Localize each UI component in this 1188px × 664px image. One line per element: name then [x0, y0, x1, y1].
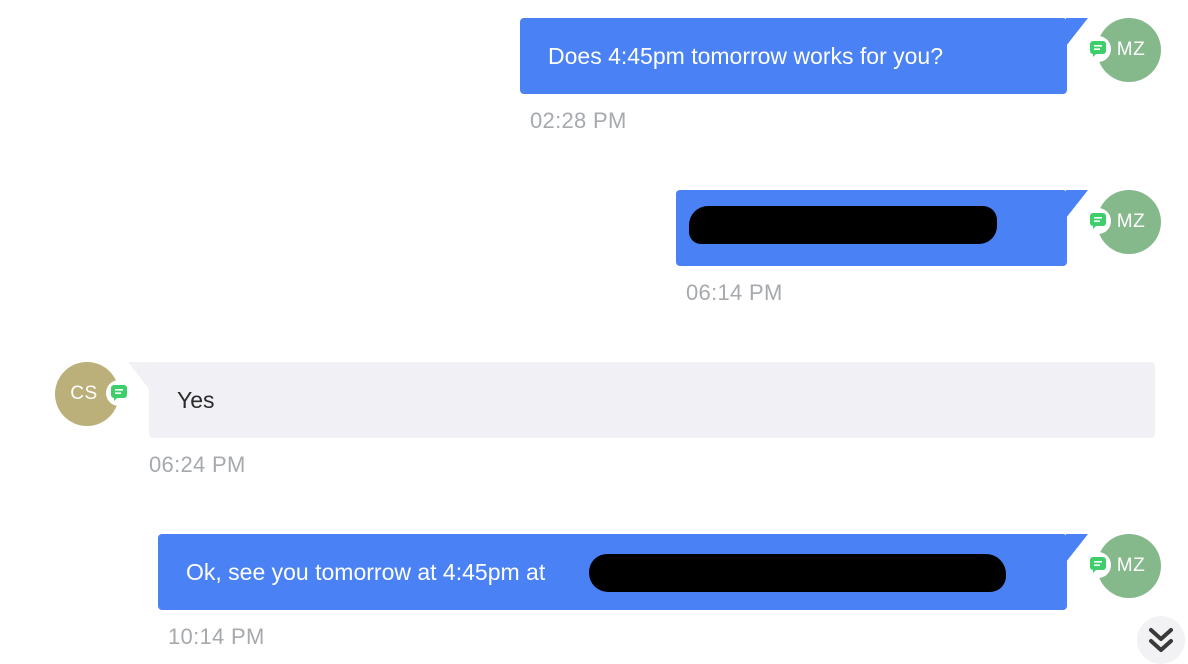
bubble-tail [1066, 534, 1088, 562]
avatar-initials: CS [70, 383, 98, 404]
message-bubble[interactable]: Yes [149, 362, 1155, 438]
message-text: Does 4:45pm tomorrow works for you? [548, 42, 943, 69]
redaction-mark [689, 206, 997, 244]
sms-channel-icon [1085, 208, 1111, 234]
bubble-tail [1066, 18, 1088, 46]
message-timestamp: 10:14 PM [168, 624, 265, 649]
message-bubble[interactable]: Does 4:45pm tomorrow works for you? [520, 18, 1067, 94]
message-timestamp: 06:24 PM [149, 452, 246, 477]
avatar-initials: MZ [1116, 555, 1146, 576]
sms-channel-icon [1085, 552, 1111, 578]
message-text: Yes [177, 386, 215, 413]
redaction-mark [589, 554, 1006, 592]
message-text: Ok, see you tomorrow at 4:45pm at [186, 558, 546, 585]
avatar-initials: MZ [1116, 211, 1146, 232]
scroll-to-bottom-button[interactable] [1137, 616, 1185, 664]
message-timestamp: 02:28 PM [530, 108, 627, 133]
bubble-tail [1066, 190, 1088, 218]
double-chevron-down-icon [1149, 628, 1173, 652]
avatar-initials: MZ [1116, 39, 1146, 60]
message-timestamp: 06:14 PM [686, 280, 783, 305]
bubble-tail [128, 362, 150, 390]
sms-channel-icon [1085, 36, 1111, 62]
